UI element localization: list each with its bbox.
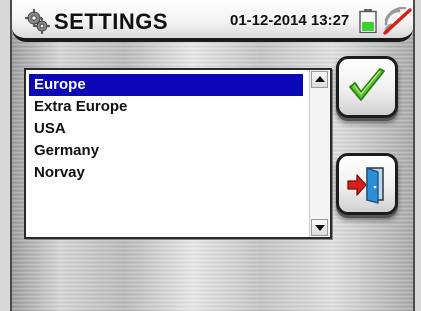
list-items: Europe Extra Europe USA Germany Norvay	[29, 74, 303, 184]
date-time: 01-12-2014 13:27	[230, 12, 350, 29]
list-item[interactable]: Norvay	[29, 162, 303, 184]
scroll-up-button[interactable]	[311, 71, 328, 88]
header-bar: SETTINGS 01-12-2014 13:27	[12, 0, 413, 42]
battery-icon	[359, 9, 377, 33]
confirm-button[interactable]	[336, 56, 398, 118]
exit-door-icon	[347, 167, 384, 204]
list-item[interactable]: Extra Europe	[29, 96, 303, 118]
checkmark-icon	[349, 68, 385, 101]
scroll-down-button[interactable]	[311, 219, 328, 236]
no-signal-icon	[383, 7, 412, 35]
list-item[interactable]: Europe	[29, 74, 303, 96]
gear-icon	[24, 8, 50, 34]
exit-button[interactable]	[336, 153, 398, 215]
arrow-down-icon	[315, 225, 325, 231]
list-item[interactable]: Germany	[29, 140, 303, 162]
screen: SETTINGS 01-12-2014 13:27 Europe Extra Eu…	[10, 0, 415, 311]
scrollbar[interactable]	[309, 70, 330, 237]
country-listbox[interactable]: Europe Extra Europe USA Germany Norvay	[24, 68, 332, 239]
page-title: SETTINGS	[54, 9, 169, 34]
list-item[interactable]: USA	[29, 118, 303, 140]
arrow-up-icon	[315, 76, 325, 82]
